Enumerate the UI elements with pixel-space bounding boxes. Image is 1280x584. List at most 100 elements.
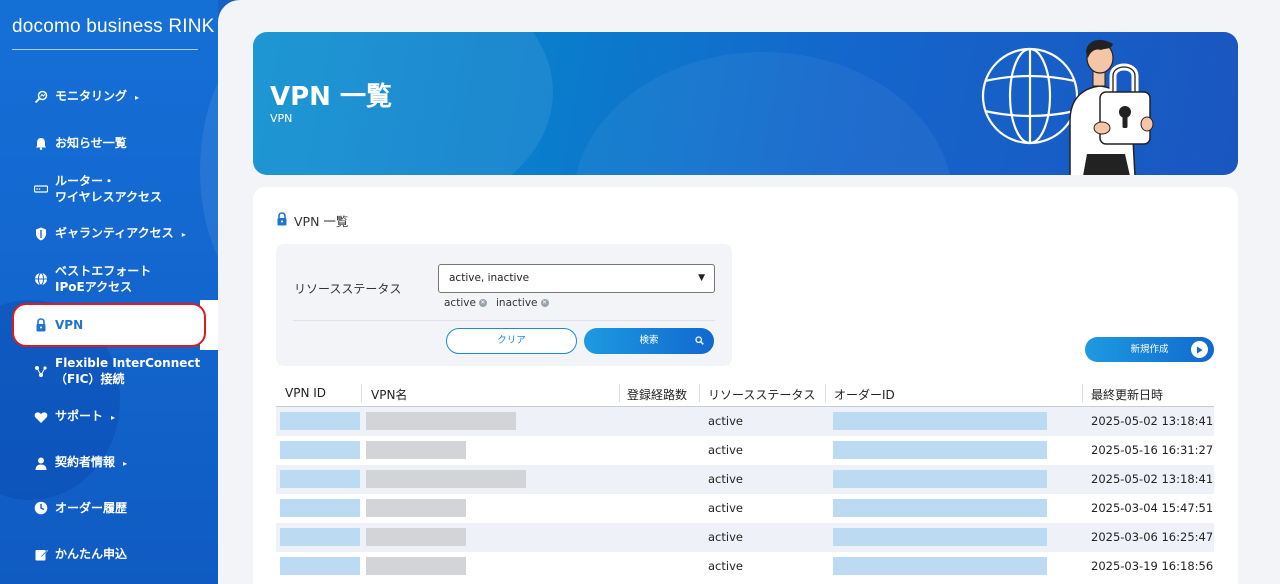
masked-vpn-name [366, 499, 466, 517]
play-arrow-icon [1191, 341, 1208, 358]
chevron-right-icon: ▸ [111, 413, 116, 422]
table-row[interactable]: active 2025-03-06 16:25:47 [276, 523, 1214, 552]
create-new-label: 新規作成 [1130, 344, 1169, 355]
chip-inactive: inactive ✕ [496, 297, 549, 309]
masked-vpn-id[interactable] [280, 499, 360, 517]
heart-hand-icon [34, 410, 48, 424]
sidebar-item-label: IPoEアクセス [55, 280, 133, 294]
create-new-button[interactable]: 新規作成 [1085, 337, 1214, 362]
select-value: active, inactive [449, 272, 530, 284]
section-title: VPN 一覧 [276, 211, 348, 230]
sidebar-item-label: ギャランティアクセス [55, 226, 174, 240]
masked-vpn-id[interactable] [280, 470, 360, 488]
updated-cell: 2025-05-02 13:18:41 [1091, 414, 1214, 428]
masked-order-id [833, 499, 1047, 517]
table-row[interactable]: active 2025-05-16 16:31:27 [276, 436, 1214, 465]
main-content: VPN 一覧 VPN VPN 一覧 リソースステータス active, inac… [218, 0, 1280, 584]
network-icon [34, 364, 48, 378]
sidebar-item-monitoring[interactable]: モニタリング ▸ [0, 88, 218, 106]
status-cell: active [708, 472, 743, 486]
sidebar-item-label: モニタリング [55, 89, 128, 103]
remove-chip-icon[interactable]: ✕ [540, 299, 549, 307]
masked-vpn-id[interactable] [280, 412, 360, 430]
status-cell: active [708, 530, 743, 544]
content-card: VPN 一覧 リソースステータス active, inactive ▼ acti… [253, 187, 1238, 584]
brand-logo: docomo business RINK [12, 16, 215, 37]
sidebar-item-label: ルーター・ [55, 174, 116, 188]
updated-cell: 2025-05-16 16:31:27 [1091, 443, 1214, 457]
search-button[interactable]: 検索 [584, 328, 714, 354]
clear-button[interactable]: クリア [446, 328, 577, 354]
filter-panel: リソースステータス active, inactive ▼ active ✕ in… [276, 244, 732, 366]
resource-status-select[interactable]: active, inactive ▼ [438, 264, 715, 293]
sidebar-item-contractor-info[interactable]: 契約者情報 ▸ [0, 454, 218, 472]
chevron-right-icon: ▸ [135, 93, 140, 102]
sidebar-item-label: オーダー履歴 [55, 501, 128, 515]
masked-vpn-id[interactable] [280, 557, 360, 575]
table-body: active 2025-05-02 13:18:41 active 2025-05-1… [276, 407, 1214, 581]
table-row[interactable]: active 2025-05-02 13:18:41 [276, 407, 1214, 436]
column-divider [1082, 384, 1083, 402]
page-subtitle: VPN [270, 112, 293, 125]
sidebar-decoration [200, 40, 218, 300]
updated-cell: 2025-03-06 16:25:47 [1091, 530, 1214, 544]
table-row[interactable]: active 2025-03-04 15:47:51 [276, 494, 1214, 523]
search-icon [695, 328, 704, 356]
sidebar-item-label: ワイヤレスアクセス [55, 190, 163, 204]
sidebar-item-notices[interactable]: お知らせ一覧 [0, 134, 218, 152]
column-header-vpn-name[interactable]: VPN名 [371, 386, 407, 403]
chip-label: active [444, 297, 476, 309]
sidebar-item-best-effort[interactable]: ベストエフォート IPoEアクセス [0, 262, 218, 296]
sidebar-item-label: （FIC）接続 [55, 372, 125, 386]
sidebar-item-label: Flexible InterConnect [55, 356, 201, 370]
masked-order-id [833, 412, 1047, 430]
sidebar-item-guaranteed-access[interactable]: ギャランティアクセス ▸ [0, 225, 218, 243]
table-row[interactable]: active 2025-05-02 13:18:41 [276, 465, 1214, 494]
sidebar-item-label: ベストエフォート [55, 264, 152, 278]
search-button-label: 検索 [639, 335, 659, 346]
sidebar: docomo business RINK モニタリング ▸ お知らせ一覧 ルーター… [0, 0, 218, 584]
column-header-vpn-id[interactable]: VPN ID [285, 386, 326, 400]
updated-cell: 2025-03-04 15:47:51 [1091, 501, 1214, 515]
section-title-text: VPN 一覧 [294, 214, 349, 229]
sidebar-item-router-wireless[interactable]: ルーター・ワイヤレスアクセス [0, 172, 218, 206]
filter-label: リソースステータス [294, 282, 402, 296]
chevron-right-icon: ▸ [123, 459, 128, 468]
remove-chip-icon[interactable]: ✕ [478, 299, 487, 307]
column-header-order-id[interactable]: オーダーID [834, 386, 895, 403]
sidebar-item-label: VPN [55, 318, 84, 332]
filter-divider [293, 320, 715, 321]
column-divider [699, 384, 700, 402]
globe-icon [34, 272, 48, 286]
sidebar-item-fic[interactable]: Flexible InterConnect （FIC）接続 [0, 354, 218, 388]
masked-order-id [833, 441, 1047, 459]
masked-vpn-id[interactable] [280, 528, 360, 546]
clock-icon [34, 501, 48, 515]
lock-icon [34, 318, 48, 332]
masked-order-id [833, 470, 1047, 488]
column-header-last-updated[interactable]: 最終更新日時 [1091, 386, 1163, 403]
column-divider [825, 384, 826, 402]
status-cell: active [708, 501, 743, 515]
brand-divider [12, 49, 198, 50]
sidebar-item-label: お知らせ一覧 [55, 136, 127, 150]
sidebar-item-label: かんたん申込 [55, 547, 128, 561]
person-icon [34, 456, 48, 470]
updated-cell: 2025-03-19 16:18:56 [1091, 559, 1214, 573]
masked-vpn-name [366, 412, 516, 430]
column-header-route-count[interactable]: 登録経路数 [627, 386, 687, 403]
sidebar-item-support[interactable]: サポート ▸ [0, 408, 218, 426]
chip-active: active ✕ [444, 297, 487, 309]
lock-icon [276, 212, 288, 229]
sidebar-item-order-history[interactable]: オーダー履歴 [0, 499, 218, 517]
column-header-resource-status[interactable]: リソースステータス [708, 386, 815, 403]
caret-down-icon: ▼ [698, 273, 705, 283]
table-row[interactable]: active 2025-03-19 16:18:56 [276, 552, 1214, 581]
masked-vpn-id[interactable] [280, 441, 360, 459]
sidebar-item-easy-apply[interactable]: かんたん申込 [0, 545, 218, 563]
masked-order-id [833, 557, 1047, 575]
sidebar-item-vpn[interactable]: VPN [12, 303, 206, 347]
page-header-banner: VPN 一覧 VPN [253, 32, 1238, 175]
sidebar-item-label: サポート [55, 409, 104, 423]
column-divider [361, 384, 362, 402]
